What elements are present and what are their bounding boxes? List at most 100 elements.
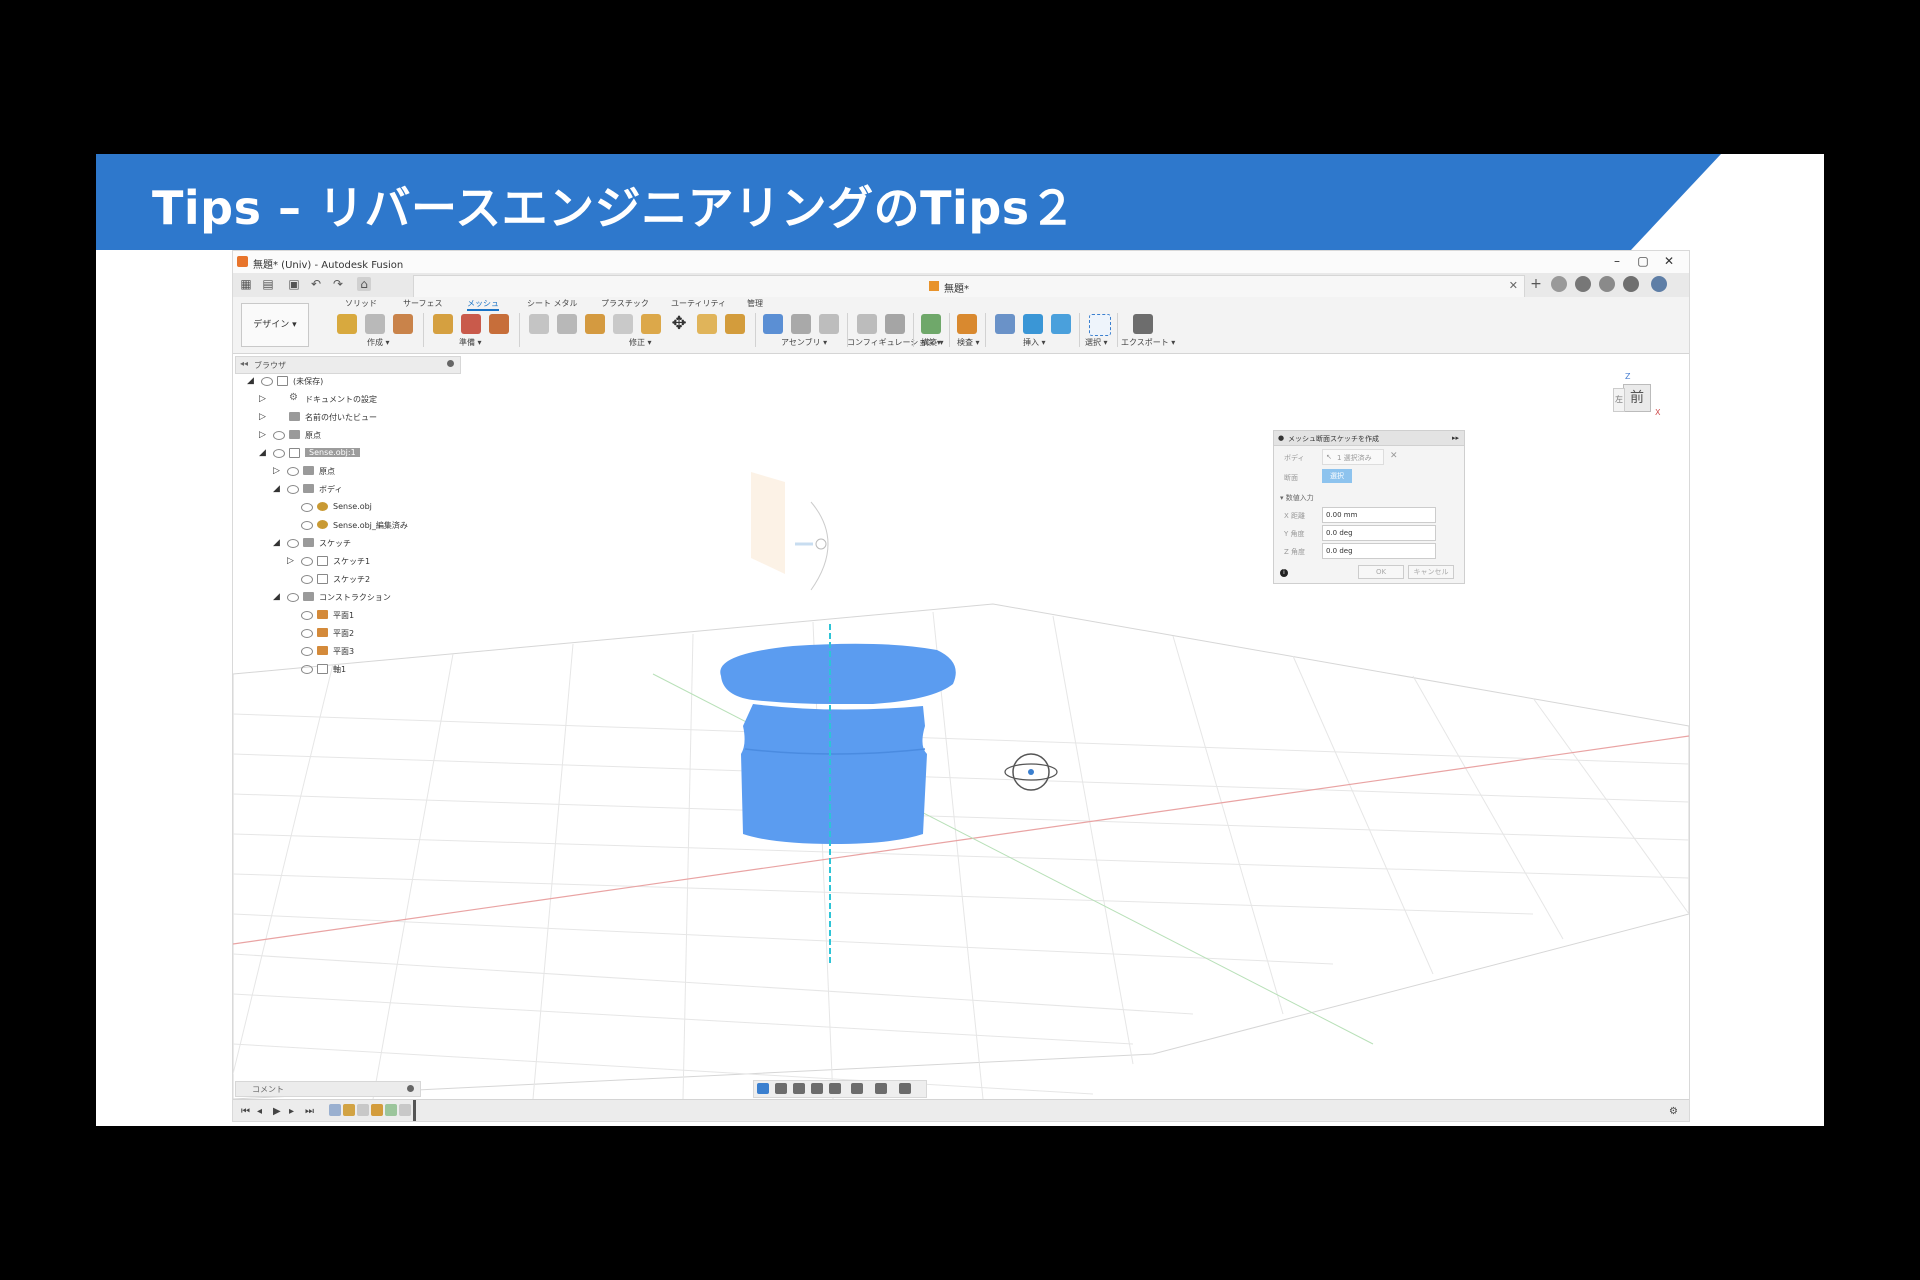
timeline-feature-icon[interactable] [343, 1104, 355, 1116]
tab-utility[interactable]: ユーティリティ [671, 298, 726, 309]
timeline-feature-icon[interactable] [399, 1104, 411, 1116]
close-button[interactable]: ✕ [1661, 254, 1677, 268]
insert-mesh-icon[interactable] [337, 314, 357, 334]
user-avatar[interactable] [1651, 276, 1667, 292]
eye-icon[interactable] [301, 557, 313, 566]
export-icon[interactable] [1133, 314, 1153, 334]
viewcube[interactable]: 前 左 Z X [1613, 372, 1667, 422]
repair-icon[interactable] [433, 314, 453, 334]
eye-icon[interactable] [273, 449, 285, 458]
dialog-header[interactable]: ● メッシュ断面スケッチを作成 ▸▸ [1274, 431, 1464, 446]
step-back-icon[interactable]: ◂ [257, 1106, 262, 1117]
expand-icon[interactable]: ▸▸ [1452, 434, 1459, 442]
look-at-icon[interactable] [775, 1083, 787, 1094]
add-comment-icon[interactable] [407, 1085, 414, 1092]
play-icon[interactable]: ▶ [273, 1106, 281, 1117]
group-select[interactable]: 選択 ▾ [1085, 337, 1108, 348]
viewcube-left[interactable]: 左 [1613, 388, 1625, 412]
assembly-table-icon[interactable] [819, 314, 839, 334]
comments-panel[interactable]: コメント [235, 1081, 421, 1097]
eye-icon[interactable] [301, 575, 313, 584]
scale-icon[interactable] [697, 314, 717, 334]
group-assembly[interactable]: アセンブリ ▾ [781, 337, 827, 348]
info-icon[interactable]: i [1280, 569, 1288, 577]
new-tab-icon[interactable]: + [1529, 277, 1543, 291]
workspace-dropdown[interactable]: デザイン ▾ [241, 303, 309, 347]
job-status-icon[interactable] [1575, 276, 1591, 292]
tab-solid[interactable]: ソリッド [345, 298, 377, 309]
move-icon[interactable]: ✥ [669, 314, 689, 334]
combine-icon[interactable] [641, 314, 661, 334]
step-forward-icon[interactable]: ▸ [289, 1106, 294, 1117]
save-icon[interactable]: ▣ [287, 277, 301, 291]
eye-icon[interactable] [287, 593, 299, 602]
group-export[interactable]: エクスポート ▾ [1121, 337, 1175, 348]
numeric-input-toggle[interactable]: ▾ 数値入力 [1280, 493, 1314, 503]
eye-icon[interactable] [273, 431, 285, 440]
z-angle-field[interactable]: 0.0 deg [1322, 543, 1436, 559]
shell-icon[interactable] [613, 314, 633, 334]
cancel-button[interactable]: キャンセル [1408, 565, 1454, 579]
eye-icon[interactable] [287, 539, 299, 548]
group-construct[interactable]: 構築 ▾ [921, 337, 944, 348]
eye-icon[interactable] [287, 485, 299, 494]
browser-header[interactable]: ◂◂ ブラウザ [235, 356, 461, 374]
group-prepare[interactable]: 準備 ▾ [459, 337, 482, 348]
timeline-settings-icon[interactable]: ⚙ [1669, 1106, 1678, 1117]
eye-icon[interactable] [261, 377, 273, 386]
group-insert[interactable]: 挿入 ▾ [1023, 337, 1046, 348]
go-to-end-icon[interactable]: ⏭ [305, 1106, 314, 1117]
ok-button[interactable]: OK [1358, 565, 1404, 579]
select-icon[interactable] [1089, 314, 1111, 336]
extensions-icon[interactable] [1551, 276, 1567, 292]
group-inspect[interactable]: 検査 ▾ [957, 337, 980, 348]
viewports-icon[interactable] [899, 1083, 911, 1094]
maximize-button[interactable]: ▢ [1635, 254, 1651, 268]
tab-mesh[interactable]: メッシュ [467, 298, 499, 311]
timeline-feature-icon[interactable] [371, 1104, 383, 1116]
group-create[interactable]: 作成 ▾ [367, 337, 390, 348]
measure-icon[interactable] [957, 314, 977, 334]
timeline-feature-icon[interactable] [385, 1104, 397, 1116]
joint-icon[interactable] [791, 314, 811, 334]
smooth-icon[interactable] [585, 314, 605, 334]
tab-manage[interactable]: 管理 [747, 298, 763, 309]
pin-icon[interactable] [447, 360, 454, 367]
fit-icon[interactable] [829, 1083, 841, 1094]
tab-sheet-metal[interactable]: シート メタル [527, 298, 578, 309]
group-modify[interactable]: 修正 ▾ [629, 337, 652, 348]
home-icon[interactable]: ⌂ [357, 277, 371, 291]
eye-icon[interactable] [301, 647, 313, 656]
display-settings-icon[interactable] [851, 1083, 863, 1094]
y-angle-field[interactable]: 0.0 deg [1322, 525, 1436, 541]
offset-plane-icon[interactable] [921, 314, 941, 334]
insert-canvas-icon[interactable] [1051, 314, 1071, 334]
convert-icon[interactable] [725, 314, 745, 334]
grid-settings-icon[interactable] [875, 1083, 887, 1094]
notifications-icon[interactable] [1599, 276, 1615, 292]
plane-cut-icon[interactable] [529, 314, 549, 334]
new-component-icon[interactable] [763, 314, 783, 334]
timeline-feature-icon[interactable] [329, 1104, 341, 1116]
configuration-table-icon[interactable] [885, 314, 905, 334]
eye-icon[interactable] [301, 665, 313, 674]
section-select-button[interactable]: 選択 [1322, 469, 1352, 483]
x-distance-field[interactable]: 0.00 mm [1322, 507, 1436, 523]
reduce-icon[interactable] [489, 314, 509, 334]
collapse-icon[interactable]: ◂◂ [240, 359, 248, 368]
undo-icon[interactable]: ↶ [309, 277, 323, 291]
orbit-icon[interactable] [757, 1083, 769, 1094]
apps-grid-icon[interactable]: ▦ [239, 277, 253, 291]
close-tab-icon[interactable]: ✕ [1509, 279, 1518, 292]
pan-icon[interactable] [793, 1083, 805, 1094]
eye-icon[interactable] [301, 611, 313, 620]
eye-icon[interactable] [301, 521, 313, 530]
file-menu-icon[interactable]: ▤ [261, 277, 275, 291]
eye-icon[interactable] [301, 629, 313, 638]
timeline-marker[interactable] [413, 1100, 416, 1121]
minimize-button[interactable]: – [1609, 254, 1625, 268]
canvas-viewport[interactable]: ◂◂ ブラウザ ◢ (未保存) ▷ ⚙ ドキュメントの設定 ▷ 名前の付いたビュー ▷ 原… [233, 354, 1689, 1099]
configure-icon[interactable] [857, 314, 877, 334]
document-tab[interactable]: 無題* ✕ [413, 275, 1525, 298]
insert-mcmaster-icon[interactable] [1023, 314, 1043, 334]
